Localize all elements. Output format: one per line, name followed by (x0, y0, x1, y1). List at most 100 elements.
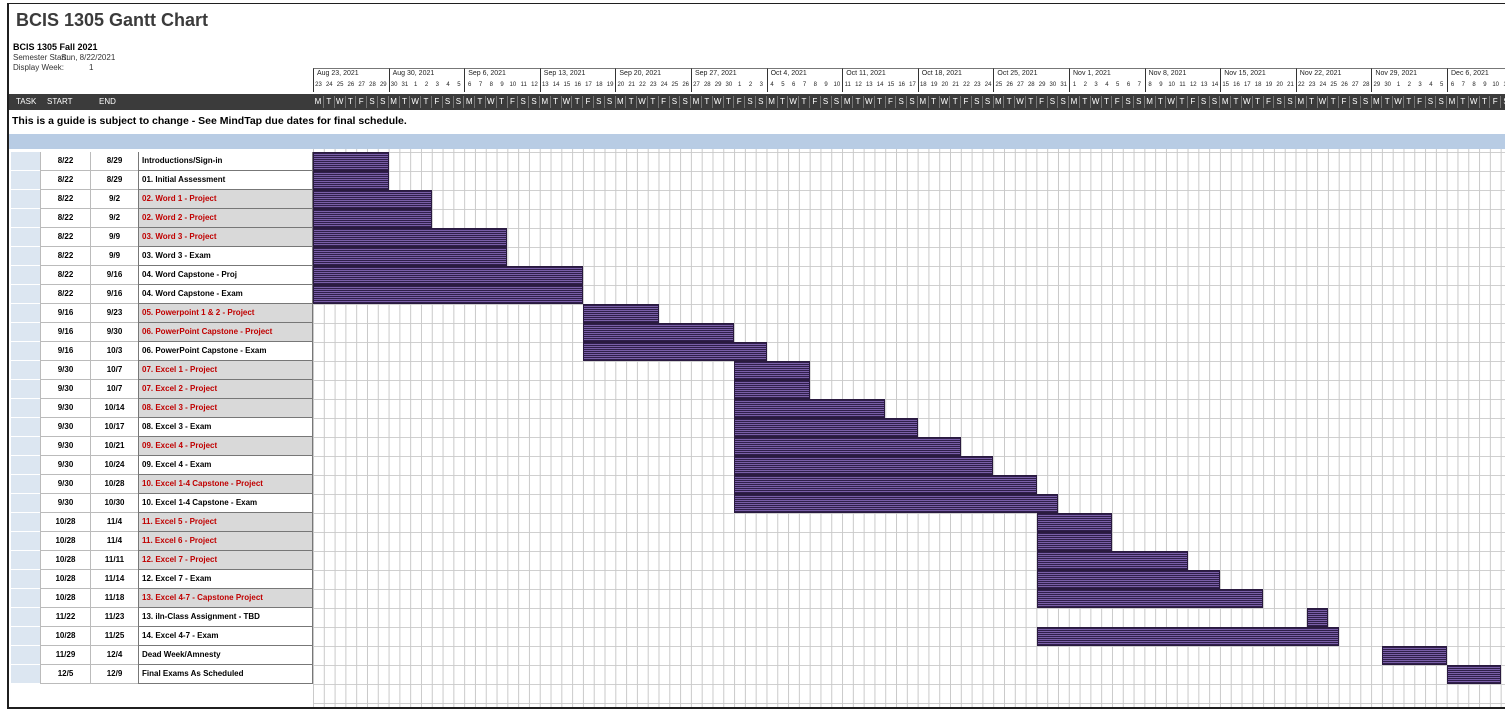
task-cell[interactable] (11, 646, 40, 665)
task-cell[interactable] (11, 152, 40, 171)
task-name-cell[interactable]: 03. Word 3 - Exam (138, 247, 313, 266)
end-cell[interactable]: 9/2 (90, 190, 138, 209)
task-name-cell[interactable]: 09. Excel 4 - Project (138, 437, 313, 456)
task-name-cell[interactable]: Final Exams As Scheduled (138, 665, 313, 684)
task-name-cell[interactable]: 10. Excel 1-4 Capstone - Project (138, 475, 313, 494)
end-cell[interactable]: 10/17 (90, 418, 138, 437)
end-cell[interactable]: 11/4 (90, 513, 138, 532)
end-cell[interactable]: 9/9 (90, 247, 138, 266)
start-cell[interactable]: 8/22 (40, 247, 90, 266)
end-cell[interactable]: 9/16 (90, 285, 138, 304)
start-cell[interactable]: 9/16 (40, 304, 90, 323)
task-name-cell[interactable]: 13. iIn-Class Assignment - TBD (138, 608, 313, 627)
start-cell[interactable]: 9/30 (40, 456, 90, 475)
end-cell[interactable]: 10/21 (90, 437, 138, 456)
display-week-value[interactable]: 1 (89, 63, 93, 72)
start-cell[interactable]: 10/28 (40, 513, 90, 532)
end-cell[interactable]: 8/29 (90, 152, 138, 171)
task-cell[interactable] (11, 456, 40, 475)
end-cell[interactable]: 11/18 (90, 589, 138, 608)
task-name-cell[interactable]: 13. Excel 4-7 - Capstone Project (138, 589, 313, 608)
end-cell[interactable]: 10/28 (90, 475, 138, 494)
task-cell[interactable] (11, 266, 40, 285)
end-cell[interactable]: 9/30 (90, 323, 138, 342)
start-cell[interactable]: 11/29 (40, 646, 90, 665)
task-name-cell[interactable]: 01. Initial Assessment (138, 171, 313, 190)
task-name-cell[interactable]: 06. PowerPoint Capstone - Exam (138, 342, 313, 361)
start-cell[interactable]: 8/22 (40, 152, 90, 171)
task-cell[interactable] (11, 247, 40, 266)
start-cell[interactable]: 9/30 (40, 475, 90, 494)
end-cell[interactable]: 11/23 (90, 608, 138, 627)
task-name-cell[interactable]: 03. Word 3 - Project (138, 228, 313, 247)
task-cell[interactable] (11, 475, 40, 494)
task-name-cell[interactable]: 07. Excel 1 - Project (138, 361, 313, 380)
start-cell[interactable]: 8/22 (40, 190, 90, 209)
start-cell[interactable]: 9/16 (40, 323, 90, 342)
start-cell[interactable]: 8/22 (40, 209, 90, 228)
task-name-cell[interactable]: 14. Excel 4-7 - Exam (138, 627, 313, 646)
task-cell[interactable] (11, 608, 40, 627)
end-cell[interactable]: 10/24 (90, 456, 138, 475)
start-cell[interactable]: 9/30 (40, 418, 90, 437)
task-cell[interactable] (11, 342, 40, 361)
start-cell[interactable]: 8/22 (40, 266, 90, 285)
end-cell[interactable]: 8/29 (90, 171, 138, 190)
task-name-cell[interactable]: Introductions/Sign-in (138, 152, 313, 171)
start-cell[interactable]: 9/16 (40, 342, 90, 361)
task-cell[interactable] (11, 437, 40, 456)
task-cell[interactable] (11, 380, 40, 399)
task-cell[interactable] (11, 589, 40, 608)
start-cell[interactable]: 8/22 (40, 228, 90, 247)
end-cell[interactable]: 11/14 (90, 570, 138, 589)
task-name-cell[interactable]: 11. Excel 5 - Project (138, 513, 313, 532)
task-cell[interactable] (11, 513, 40, 532)
task-name-cell[interactable]: 05. Powerpoint 1 & 2 - Project (138, 304, 313, 323)
task-cell[interactable] (11, 551, 40, 570)
task-cell[interactable] (11, 171, 40, 190)
end-cell[interactable]: 12/4 (90, 646, 138, 665)
task-name-cell[interactable]: 11. Excel 6 - Project (138, 532, 313, 551)
task-name-cell[interactable]: 12. Excel 7 - Project (138, 551, 313, 570)
start-cell[interactable]: 8/22 (40, 171, 90, 190)
start-cell[interactable]: 9/30 (40, 399, 90, 418)
end-cell[interactable]: 11/4 (90, 532, 138, 551)
task-name-cell[interactable]: 02. Word 2 - Project (138, 209, 313, 228)
end-cell[interactable]: 11/25 (90, 627, 138, 646)
start-cell[interactable]: 8/22 (40, 285, 90, 304)
task-cell[interactable] (11, 570, 40, 589)
start-cell[interactable]: 11/22 (40, 608, 90, 627)
task-cell[interactable] (11, 190, 40, 209)
task-cell[interactable] (11, 665, 40, 684)
end-cell[interactable]: 10/3 (90, 342, 138, 361)
end-cell[interactable]: 9/2 (90, 209, 138, 228)
end-cell[interactable]: 11/11 (90, 551, 138, 570)
task-cell[interactable] (11, 399, 40, 418)
task-name-cell[interactable]: 02. Word 1 - Project (138, 190, 313, 209)
start-cell[interactable]: 10/28 (40, 532, 90, 551)
end-cell[interactable]: 10/30 (90, 494, 138, 513)
start-cell[interactable]: 9/30 (40, 361, 90, 380)
end-cell[interactable]: 9/16 (90, 266, 138, 285)
task-cell[interactable] (11, 304, 40, 323)
task-cell[interactable] (11, 418, 40, 437)
start-cell[interactable]: 9/30 (40, 494, 90, 513)
task-name-cell[interactable]: 08. Excel 3 - Project (138, 399, 313, 418)
task-cell[interactable] (11, 209, 40, 228)
task-name-cell[interactable]: 09. Excel 4 - Exam (138, 456, 313, 475)
task-name-cell[interactable]: 12. Excel 7 - Exam (138, 570, 313, 589)
task-name-cell[interactable]: 07. Excel 2 - Project (138, 380, 313, 399)
semester-start-value[interactable]: Sun, 8/22/2021 (61, 53, 115, 62)
task-name-cell[interactable]: 10. Excel 1-4 Capstone - Exam (138, 494, 313, 513)
start-cell[interactable]: 10/28 (40, 551, 90, 570)
end-cell[interactable]: 9/9 (90, 228, 138, 247)
task-name-cell[interactable]: 04. Word Capstone - Exam (138, 285, 313, 304)
end-cell[interactable]: 10/7 (90, 380, 138, 399)
task-name-cell[interactable]: 06. PowerPoint Capstone - Project (138, 323, 313, 342)
start-cell[interactable]: 10/28 (40, 589, 90, 608)
end-cell[interactable]: 10/7 (90, 361, 138, 380)
start-cell[interactable]: 10/28 (40, 570, 90, 589)
start-cell[interactable]: 12/5 (40, 665, 90, 684)
end-cell[interactable]: 10/14 (90, 399, 138, 418)
start-cell[interactable]: 9/30 (40, 437, 90, 456)
